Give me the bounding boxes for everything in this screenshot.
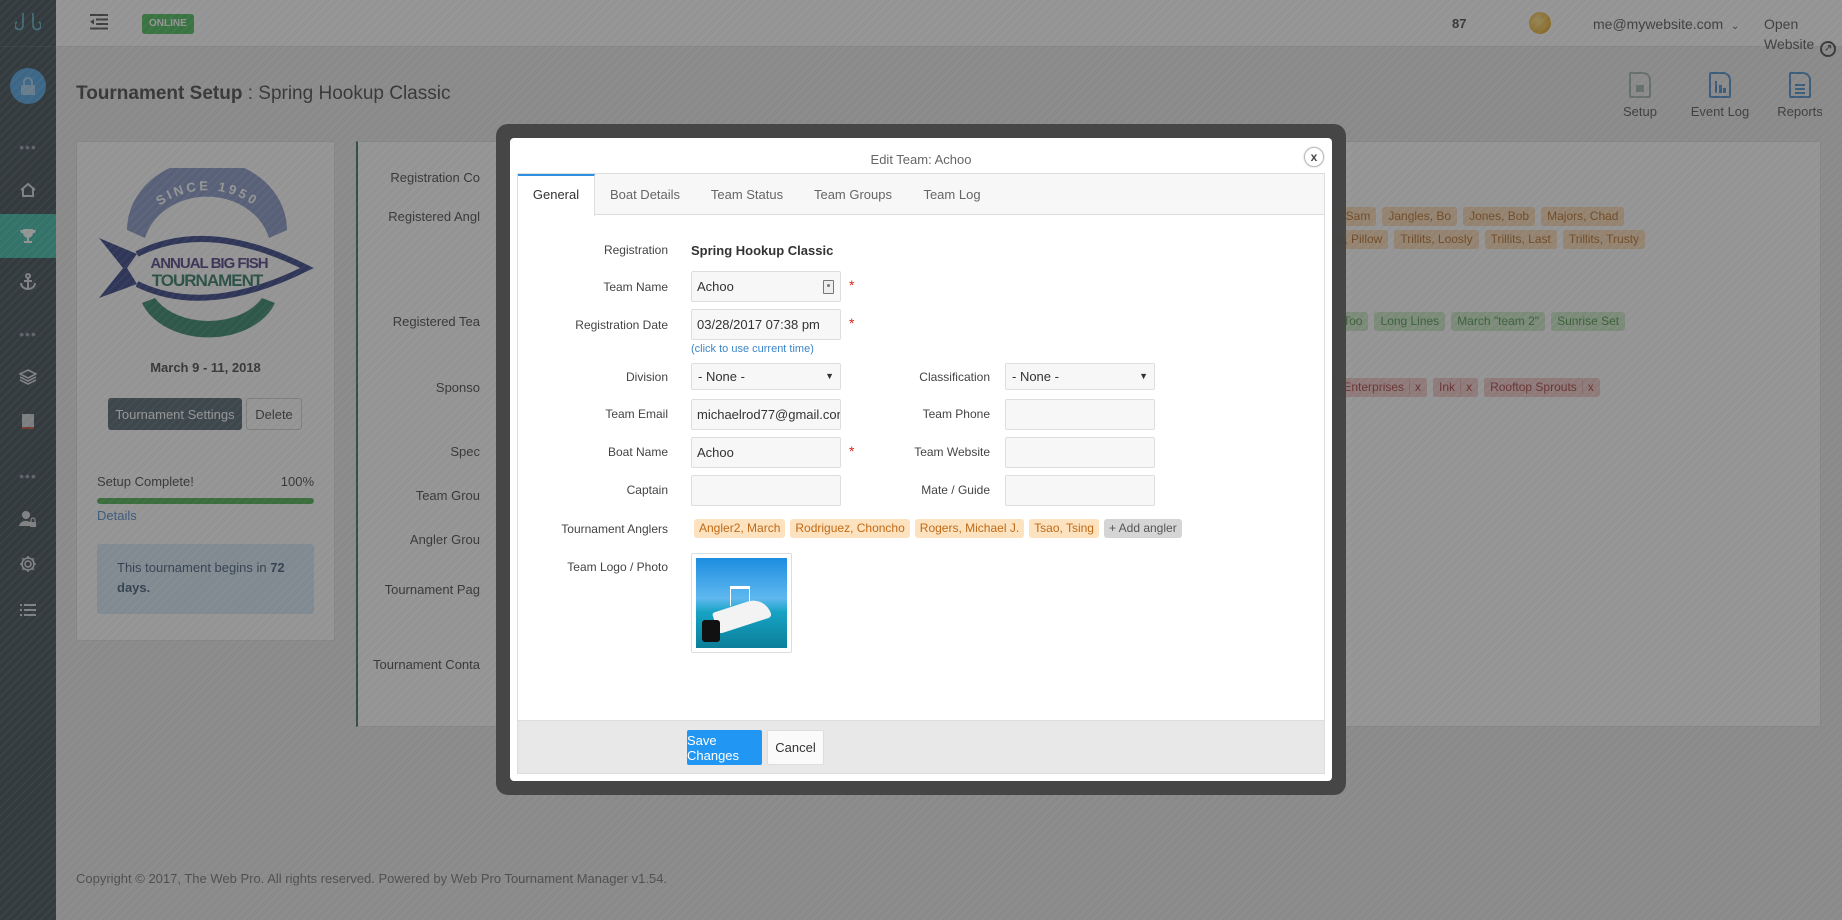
contact-card-icon[interactable] — [823, 280, 834, 294]
team-email-input[interactable]: michaelrod77@gmail.com — [691, 399, 841, 430]
captain-label: Captain — [626, 483, 668, 497]
team-name-label: Team Name — [603, 280, 668, 294]
team-phone-input[interactable] — [1005, 399, 1155, 430]
required-marker: * — [849, 315, 855, 331]
team-website-label: Team Website — [914, 445, 990, 459]
dropdown-caret-icon: ▼ — [1139, 371, 1148, 381]
mate-guide-label: Mate / Guide — [921, 483, 990, 497]
registration-date-label: Registration Date — [575, 318, 668, 332]
division-select[interactable]: - None - ▼ — [691, 363, 841, 390]
tournament-anglers-label: Tournament Anglers — [561, 522, 668, 536]
required-marker: * — [849, 277, 855, 293]
angler-tag[interactable]: Tsao, Tsing — [1029, 519, 1099, 538]
registration-label: Registration — [603, 243, 668, 257]
modal-tabs: General Boat Details Team Status Team Gr… — [518, 174, 1324, 216]
modal-title: Edit Team: Achoo — [870, 152, 972, 167]
mate-guide-input[interactable] — [1005, 475, 1155, 506]
use-current-time-link[interactable]: (click to use current time) — [691, 343, 814, 355]
captain-input[interactable] — [691, 475, 841, 506]
tab-team-log[interactable]: Team Log — [907, 174, 997, 215]
tab-team-status[interactable]: Team Status — [695, 174, 799, 215]
angler-tag[interactable]: Rodriguez, Choncho — [790, 519, 910, 538]
boat-name-input[interactable]: Achoo — [691, 437, 841, 468]
team-email-label: Team Email — [605, 407, 668, 421]
boat-name-label: Boat Name — [607, 445, 668, 459]
team-name-input[interactable]: Achoo — [691, 271, 841, 302]
registration-value: Spring Hookup Classic — [691, 243, 834, 258]
registration-date-input[interactable]: 03/28/2017 07:38 pm — [691, 309, 841, 340]
add-angler-button[interactable]: + Add angler — [1103, 519, 1182, 538]
division-value: - None - — [698, 369, 745, 384]
team-photo-image — [696, 558, 787, 648]
team-name-value: Achoo — [697, 279, 734, 294]
close-icon[interactable]: x — [1304, 147, 1324, 167]
tab-team-groups[interactable]: Team Groups — [799, 174, 907, 215]
division-label: Division — [625, 370, 668, 384]
tab-general[interactable]: General — [518, 174, 595, 216]
classification-label: Classification — [919, 370, 990, 384]
angler-tag[interactable]: Angler2, March — [694, 519, 786, 538]
modal-body: General Boat Details Team Status Team Gr… — [517, 173, 1325, 774]
save-changes-button[interactable]: Save Changes — [687, 730, 762, 765]
modal-footer: Save Changes Cancel — [518, 720, 1324, 773]
angler-tag[interactable]: Rogers, Michael J. — [914, 519, 1025, 538]
classification-value: - None - — [1012, 369, 1059, 384]
edit-team-modal: Edit Team: Achoo x General Boat Details … — [510, 138, 1332, 781]
tab-boat-details[interactable]: Boat Details — [595, 174, 695, 215]
team-photo[interactable] — [691, 553, 792, 653]
cancel-button[interactable]: Cancel — [767, 730, 824, 765]
team-logo-label: Team Logo / Photo — [567, 560, 668, 574]
team-phone-label: Team Phone — [922, 407, 990, 421]
tournament-anglers-list: Angler2, March Rodriguez, Choncho Rogers, … — [694, 519, 1187, 538]
classification-select[interactable]: - None - ▼ — [1005, 363, 1155, 390]
dropdown-caret-icon: ▼ — [825, 371, 834, 381]
team-website-input[interactable] — [1005, 437, 1155, 468]
required-marker: * — [849, 443, 855, 459]
